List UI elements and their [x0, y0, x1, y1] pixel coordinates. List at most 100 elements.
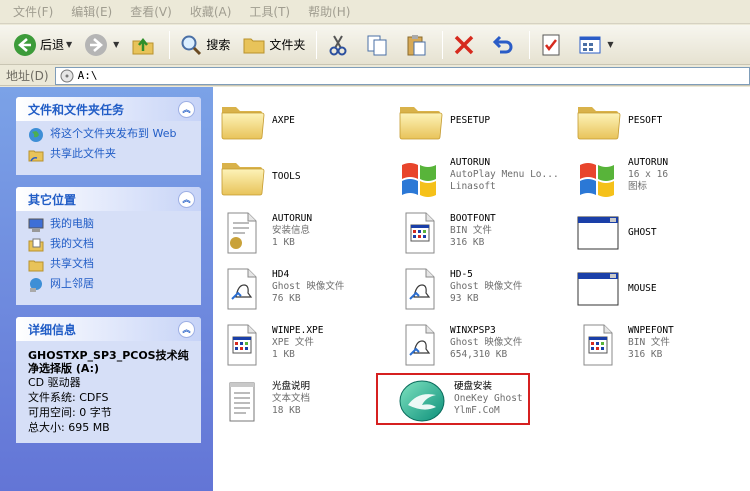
menu-favorites[interactable]: 收藏(A) [181, 1, 241, 22]
file-item[interactable]: HD4 Ghost 映像文件 76 KB [218, 265, 393, 317]
file-info: AXPE [272, 97, 295, 127]
menu-edit[interactable]: 编辑(E) [62, 1, 121, 22]
place-label: 网上邻居 [50, 277, 94, 290]
task-share-folder[interactable]: 共享此文件夹 [28, 147, 191, 163]
views-button[interactable]: ▼ [573, 29, 618, 61]
generic-file-icon [218, 321, 266, 369]
file-item[interactable]: MOUSE [574, 265, 749, 317]
search-label: 搜索 [206, 38, 231, 52]
file-info: AUTORUN 16 x 16 图标 [628, 153, 668, 193]
free-space: 可用空间: 0 字节 [28, 406, 112, 419]
collapse-chevron-icon[interactable]: ︽ [178, 100, 195, 118]
folder-icon [218, 97, 266, 145]
file-item[interactable]: AXPE [218, 97, 393, 149]
place-network[interactable]: 网上邻居 [28, 277, 191, 293]
file-item[interactable]: 光盘说明 文本文档 18 KB [218, 377, 393, 429]
task-publish-web[interactable]: 将这个文件夹发布到 Web [28, 127, 191, 143]
file-item[interactable]: PESOFT [574, 97, 749, 149]
panel-header[interactable]: 其它位置 ︽ [16, 187, 201, 211]
address-value: A:\ [77, 69, 98, 82]
file-info: HD4 Ghost 映像文件 76 KB [272, 265, 344, 305]
place-label: 我的文档 [50, 237, 94, 250]
file-size: Linasoft [450, 181, 496, 192]
copy-button[interactable] [360, 29, 397, 61]
file-type: BIN 文件 [628, 337, 670, 348]
collapse-chevron-icon[interactable]: ︽ [178, 190, 195, 208]
selection-highlight [376, 373, 530, 425]
globe-icon [29, 128, 43, 142]
file-size: 76 KB [272, 293, 301, 304]
file-name: WNPEFONT [628, 325, 674, 336]
menu-help[interactable]: 帮助(H) [299, 1, 359, 22]
file-item[interactable]: TOOLS [218, 153, 393, 205]
generic-file-icon [574, 321, 622, 369]
file-name: HD4 [272, 269, 290, 280]
forward-dropdown-icon[interactable]: ▼ [113, 40, 119, 49]
file-item[interactable]: AUTORUN 安装信息 1 KB [218, 209, 393, 261]
delete-x-icon [455, 35, 474, 54]
folder-icon [396, 97, 444, 145]
file-name: HD-5 [450, 269, 473, 280]
search-button[interactable]: 搜索 [174, 29, 235, 61]
panel-header[interactable]: 详细信息 ︽ [16, 317, 201, 341]
file-info: WNPEFONT BIN 文件 316 KB [628, 321, 674, 361]
file-info: WINXPSP3 Ghost 映像文件 654,310 KB [450, 321, 522, 361]
views-dropdown-icon[interactable]: ▼ [607, 40, 613, 49]
file-item[interactable]: WINXPSP3 Ghost 映像文件 654,310 KB [396, 321, 571, 373]
paste-button[interactable] [399, 29, 436, 61]
undo-button[interactable] [486, 29, 523, 61]
place-my-computer[interactable]: 我的电脑 [28, 217, 191, 233]
toolbar-separator [529, 30, 531, 59]
file-item[interactable]: WINPE.XPE XPE 文件 1 KB [218, 321, 393, 373]
panel-header[interactable]: 文件和文件夹任务 ︽ [16, 97, 201, 121]
file-item[interactable]: HD-5 Ghost 映像文件 93 KB [396, 265, 571, 317]
cut-button[interactable] [321, 29, 358, 61]
task-label: 将这个文件夹发布到 Web [50, 127, 177, 140]
folders-icon [243, 38, 265, 53]
panel-title: 文件和文件夹任务 [28, 102, 125, 117]
properties-button[interactable] [534, 29, 571, 61]
forward-button[interactable]: ▼ [79, 29, 124, 61]
address-input[interactable]: A:\ [54, 66, 750, 85]
menu-tools[interactable]: 工具(T) [240, 1, 299, 22]
file-item[interactable]: AUTORUN 16 x 16 图标 [574, 153, 749, 205]
file-info: PESETUP [450, 97, 490, 127]
file-item[interactable]: PESETUP [396, 97, 571, 149]
collapse-chevron-icon[interactable]: ︽ [178, 320, 195, 338]
delete-button[interactable] [447, 29, 484, 61]
toolbar-separator [442, 30, 444, 59]
file-item[interactable]: WNPEFONT BIN 文件 316 KB [574, 321, 749, 373]
place-shared-documents[interactable]: 共享文档 [28, 257, 191, 273]
task-pane: 文件和文件夹任务 ︽ 将这个文件夹发布到 Web 共享此文件夹 其它位置 ︽ 我… [0, 87, 213, 491]
drive-icon [60, 69, 74, 82]
file-size: 18 KB [272, 405, 301, 416]
folder-icon [574, 97, 622, 145]
file-type: BIN 文件 [450, 225, 492, 236]
application-window-icon [574, 209, 622, 257]
share-folder-icon [28, 150, 44, 162]
file-info: AUTORUN 安装信息 1 KB [272, 209, 312, 249]
menu-bar: 文件(F) 编辑(E) 查看(V) 收藏(A) 工具(T) 帮助(H) [0, 0, 750, 24]
address-bar: 地址(D) A:\ [0, 66, 750, 86]
file-item[interactable]: AUTORUN AutoPlay Menu Lo... Linasoft [396, 153, 571, 205]
menu-file[interactable]: 文件(F) [4, 1, 62, 22]
back-button[interactable]: 后退 ▼ [8, 29, 77, 61]
file-name: AUTORUN [272, 213, 313, 224]
menu-view[interactable]: 查看(V) [121, 1, 181, 22]
panel-title: 详细信息 [28, 322, 77, 337]
back-dropdown-icon[interactable]: ▼ [66, 40, 72, 49]
address-label: 地址(D) [6, 69, 49, 83]
place-my-documents[interactable]: 我的文档 [28, 237, 191, 253]
place-label: 我的电脑 [50, 217, 94, 230]
file-type: XPE 文件 [272, 337, 314, 348]
folders-button[interactable]: 文件夹 [237, 29, 310, 61]
file-size: 1 KB [272, 237, 295, 248]
file-info: GHOST [628, 209, 657, 239]
file-item[interactable]: BOOTFONT BIN 文件 316 KB [396, 209, 571, 261]
up-folder-button[interactable] [126, 29, 163, 61]
file-item[interactable]: GHOST [574, 209, 749, 261]
file-name: PESETUP [450, 115, 491, 126]
file-name: GHOST [628, 227, 657, 238]
file-size: 316 KB [628, 349, 663, 360]
file-name: AUTORUN [628, 157, 669, 168]
